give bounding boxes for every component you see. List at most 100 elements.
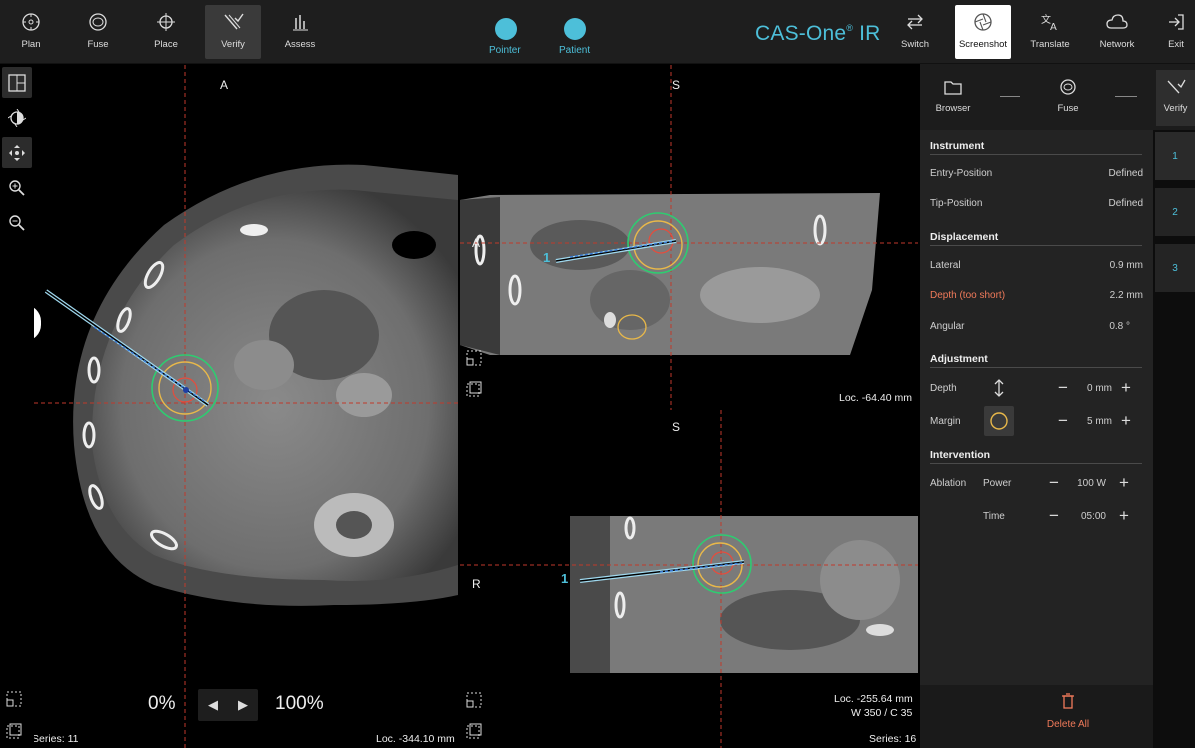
power-decrease-button[interactable]: − bbox=[1049, 474, 1059, 491]
zoom-in-tool-button[interactable] bbox=[2, 172, 32, 203]
layout-tool-button[interactable] bbox=[2, 67, 32, 98]
margin-label: Margin bbox=[930, 416, 961, 427]
needle-item-1-label: 1 bbox=[1172, 150, 1178, 162]
margin-toggle-button[interactable] bbox=[984, 406, 1014, 436]
needle-item-1[interactable]: 1 bbox=[1155, 132, 1195, 180]
copy-view-icon bbox=[6, 723, 22, 739]
fusion-increase-button[interactable]: ▶ bbox=[238, 697, 248, 713]
sagittal-copy-button[interactable] bbox=[463, 378, 485, 400]
sagittal-orientation-left: A bbox=[472, 236, 481, 250]
entry-position-label: Entry-Position bbox=[930, 168, 993, 179]
place-button[interactable]: Place bbox=[138, 5, 194, 59]
expand-icon bbox=[466, 692, 482, 708]
time-label: Time bbox=[983, 511, 1005, 522]
workflow-tab-fuse-label: Fuse bbox=[1057, 103, 1079, 114]
zoom-out-tool-button[interactable] bbox=[2, 207, 32, 238]
margin-decrease-button[interactable]: − bbox=[1058, 412, 1068, 429]
coronal-orientation-left: R bbox=[472, 577, 481, 591]
verification-panel bbox=[920, 64, 1153, 748]
margin-value: 5 mm bbox=[1087, 416, 1112, 427]
margin-increase-button[interactable]: + bbox=[1121, 412, 1131, 429]
pan-icon bbox=[9, 144, 25, 161]
sagittal-expand-button[interactable] bbox=[463, 347, 485, 369]
window-level-icon bbox=[8, 108, 26, 127]
needle-item-3-label: 3 bbox=[1172, 262, 1178, 274]
time-decrease-button[interactable]: − bbox=[1049, 507, 1059, 524]
time-value: 05:00 bbox=[1080, 511, 1106, 522]
switch-button[interactable]: Switch bbox=[887, 5, 943, 59]
angular-value: 0.8 ° bbox=[1109, 321, 1130, 332]
viewer-tool-column bbox=[2, 67, 32, 242]
translate-button[interactable]: 文A Translate bbox=[1022, 5, 1078, 59]
sagittal-viewport[interactable]: S A 1 Loc. -64.40 mm bbox=[460, 65, 918, 410]
depth-adjust-label: Depth bbox=[930, 383, 957, 394]
lateral-value: 0.9 mm bbox=[1109, 260, 1143, 271]
pointer-status-dot bbox=[495, 18, 517, 40]
angular-label: Angular bbox=[930, 321, 965, 332]
workflow-tab-fuse[interactable]: Fuse bbox=[1038, 70, 1098, 126]
axial-ct-image bbox=[34, 65, 458, 748]
intervention-title: Intervention bbox=[930, 449, 991, 461]
power-label: Power bbox=[983, 478, 1012, 489]
axial-copy-button[interactable] bbox=[3, 720, 25, 742]
coronal-expand-button[interactable] bbox=[463, 689, 485, 711]
translate-icon: 文A bbox=[1041, 13, 1057, 32]
workflow-tab-browser[interactable]: Browser bbox=[923, 70, 983, 126]
coronal-copy-button[interactable] bbox=[463, 720, 485, 742]
axial-expand-button[interactable] bbox=[3, 688, 25, 710]
fusion-decrease-button[interactable]: ◀ bbox=[208, 697, 218, 713]
expand-icon bbox=[6, 691, 22, 707]
network-icon bbox=[1106, 14, 1128, 29]
exit-icon bbox=[1169, 14, 1184, 30]
axial-viewport[interactable]: A R 1 Series: 11 Loc. -344.10 mm 0% ◀ ▶ … bbox=[34, 65, 458, 748]
network-label: Network bbox=[1099, 39, 1135, 50]
fusion-min-label: 0% bbox=[148, 693, 176, 714]
displacement-title: Displacement bbox=[930, 231, 999, 243]
app-brand: CAS-One® IR bbox=[755, 22, 881, 46]
depth-increase-button[interactable]: + bbox=[1121, 379, 1131, 396]
screenshot-label: Screenshot bbox=[958, 39, 1008, 50]
coronal-location: Loc. -255.64 mm bbox=[834, 693, 913, 705]
intervention-divider bbox=[930, 463, 1142, 464]
plan-button[interactable]: Plan bbox=[3, 5, 59, 59]
verify-button[interactable]: Verify bbox=[205, 5, 261, 59]
window-level-tool-button[interactable] bbox=[2, 102, 32, 133]
depth-warning-label: Depth (too short) bbox=[930, 290, 1006, 301]
depth-arrows-icon bbox=[994, 379, 1004, 397]
brand-suffix: IR bbox=[853, 22, 881, 45]
coronal-viewport[interactable]: S R 1 Loc. -255.64 mm W 350 / C 35 Serie… bbox=[460, 410, 918, 748]
workflow-tab-browser-label: Browser bbox=[935, 103, 971, 114]
pointer-label: Pointer bbox=[489, 45, 521, 56]
brand-name: CAS-One bbox=[755, 22, 847, 45]
ablation-label: Ablation bbox=[930, 478, 967, 489]
svg-text:A: A bbox=[1050, 22, 1057, 32]
fuse-button[interactable]: Fuse bbox=[70, 5, 126, 59]
workflow-tab-verify-label: Verify bbox=[1163, 103, 1188, 114]
coronal-orientation-top: S bbox=[672, 420, 681, 434]
needle-item-2[interactable]: 2 bbox=[1155, 188, 1195, 236]
folder-icon bbox=[944, 81, 962, 95]
copy-view-icon bbox=[466, 723, 482, 739]
plan-icon bbox=[22, 13, 40, 31]
screenshot-button[interactable]: Screenshot bbox=[955, 5, 1011, 59]
sagittal-ct-image bbox=[460, 65, 918, 410]
pan-tool-button[interactable] bbox=[2, 137, 32, 168]
fusion-max-label: 100% bbox=[275, 693, 324, 714]
time-increase-button[interactable]: + bbox=[1119, 507, 1129, 524]
depth-decrease-button[interactable]: − bbox=[1058, 379, 1068, 396]
assess-button[interactable]: Assess bbox=[272, 5, 328, 59]
assess-icon bbox=[293, 15, 308, 31]
assess-label: Assess bbox=[284, 39, 316, 50]
patient-label: Patient bbox=[559, 45, 591, 56]
fuse-label: Fuse bbox=[87, 39, 109, 50]
power-increase-button[interactable]: + bbox=[1119, 474, 1129, 491]
axial-orientation-top: A bbox=[220, 78, 229, 92]
needle-item-3[interactable]: 3 bbox=[1155, 244, 1195, 292]
sagittal-location: Loc. -64.40 mm bbox=[839, 392, 912, 404]
fusion-stepper: ◀ ▶ bbox=[198, 689, 258, 721]
translate-label: Translate bbox=[1030, 39, 1070, 50]
workflow-tab-verify[interactable]: Verify bbox=[1156, 70, 1195, 126]
network-button[interactable]: Network bbox=[1089, 5, 1145, 59]
exit-button[interactable]: Exit bbox=[1157, 5, 1195, 59]
delete-all-button[interactable]: Delete All bbox=[1030, 693, 1106, 730]
